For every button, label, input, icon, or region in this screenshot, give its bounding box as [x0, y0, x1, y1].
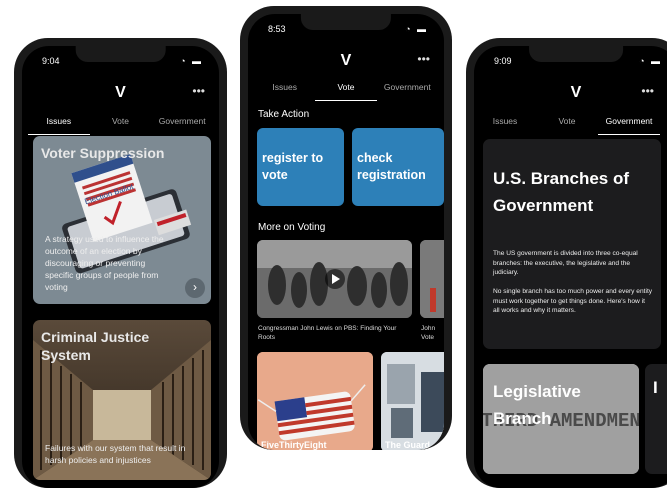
branch-card-title: Legislative Branch [493, 382, 581, 428]
tab-vote[interactable]: Vote [90, 116, 152, 135]
more-icon[interactable]: ••• [192, 84, 205, 98]
chevron-right-icon: › [193, 280, 197, 294]
app-logo: V [570, 84, 582, 101]
more-icon[interactable]: ••• [417, 52, 430, 66]
article-card-title: FiveThirtyEight [261, 440, 327, 450]
register-to-vote-button[interactable]: register to vote [257, 128, 344, 206]
card-paragraph-1: The US government is divided into three … [493, 250, 638, 276]
flag-photo [420, 240, 444, 318]
flag-mask-image [257, 352, 373, 450]
card-description: Failures with our system that result in … [45, 443, 186, 465]
status-time: 9:04 [42, 56, 60, 66]
tab-government[interactable]: Government [598, 116, 660, 135]
section-more-on-voting: More on Voting [258, 222, 326, 233]
status-time: 8:53 [268, 24, 286, 34]
video-caption-2: John Vote [421, 325, 436, 341]
branch-card-legislative[interactable]: THIRD AMENDMEN Legislative Branch [483, 364, 639, 474]
app-logo: V [340, 52, 352, 69]
issue-card-voter-suppression[interactable]: Election Ballot Voter Suppression A stra… [33, 136, 211, 304]
tab-bar: Issues Vote Government [474, 116, 660, 135]
protest-photo [257, 240, 412, 318]
app-logo: V [115, 84, 126, 101]
tab-vote[interactable]: Vote [315, 82, 377, 101]
tab-vote[interactable]: Vote [536, 116, 598, 135]
video-caption: Congressman John Lewis on PBS: Finding Y… [258, 325, 397, 341]
phone-government: 9:09 ◔ ▬ V ••• Issues Vote Government U.… [466, 38, 667, 488]
check-registration-button[interactable]: check registration [352, 128, 444, 206]
tab-bar: Issues Vote Government [28, 116, 213, 135]
article-card-guardian[interactable]: The Guard [381, 352, 444, 450]
tab-issues[interactable]: Issues [28, 116, 90, 135]
status-bar: 8:53 ◔ ▬ [268, 24, 428, 34]
article-card-fivethirtyeight[interactable]: FiveThirtyEight [257, 352, 373, 450]
video-thumbnail[interactable] [257, 240, 412, 318]
phone-issues: 9:04 ◔ ▬ V ••• Issues Vote Government El… [14, 38, 227, 488]
branch-card-next-peek[interactable]: I [645, 364, 667, 474]
card-description: A strategy used to influence the outcome… [45, 234, 164, 292]
card-arrow-button[interactable]: › [185, 278, 205, 298]
wifi-battery-icon: ◔ ▬ [180, 56, 203, 66]
article-card-title: The Guard [385, 440, 431, 450]
card-title: Criminal Justice System [41, 329, 150, 363]
issue-card-criminal-justice[interactable]: Criminal Justice System Failures with ou… [33, 320, 211, 480]
card-title: Voter Suppression [41, 145, 165, 161]
phone-vote: 8:53 ◔ ▬ V ••• Issues Vote Government Ta… [240, 6, 452, 450]
ballot-label: Election Ballot [84, 182, 136, 206]
wifi-battery-icon: ◔ ▬ [405, 24, 428, 34]
status-bar: 9:04 ◔ ▬ [42, 56, 203, 66]
card-paragraph-2: No single branch has too much power and … [493, 288, 653, 314]
tab-issues[interactable]: Issues [254, 82, 315, 101]
wifi-battery-icon: ◔ ▬ [639, 56, 662, 66]
tab-bar: Issues Vote Government [254, 82, 438, 101]
screen-issues: 9:04 ◔ ▬ V ••• Issues Vote Government El… [22, 46, 219, 488]
video-thumbnail-2[interactable] [420, 240, 444, 318]
more-icon[interactable]: ••• [641, 84, 654, 98]
tab-government[interactable]: Government [151, 116, 213, 135]
branch-card-peek-title: I [653, 378, 658, 397]
status-bar: 9:09 ◔ ▬ [494, 56, 662, 66]
card-title: U.S. Branches of Government [493, 169, 630, 215]
branches-info-card: U.S. Branches of Government The US gover… [483, 139, 661, 349]
status-time: 9:09 [494, 56, 512, 66]
section-take-action: Take Action [258, 109, 310, 120]
voting-booth-image [381, 352, 444, 450]
screen-vote: 8:53 ◔ ▬ V ••• Issues Vote Government Ta… [248, 14, 444, 450]
tab-government[interactable]: Government [377, 82, 438, 101]
screen-government: 9:09 ◔ ▬ V ••• Issues Vote Government U.… [474, 46, 667, 488]
tab-issues[interactable]: Issues [474, 116, 536, 135]
